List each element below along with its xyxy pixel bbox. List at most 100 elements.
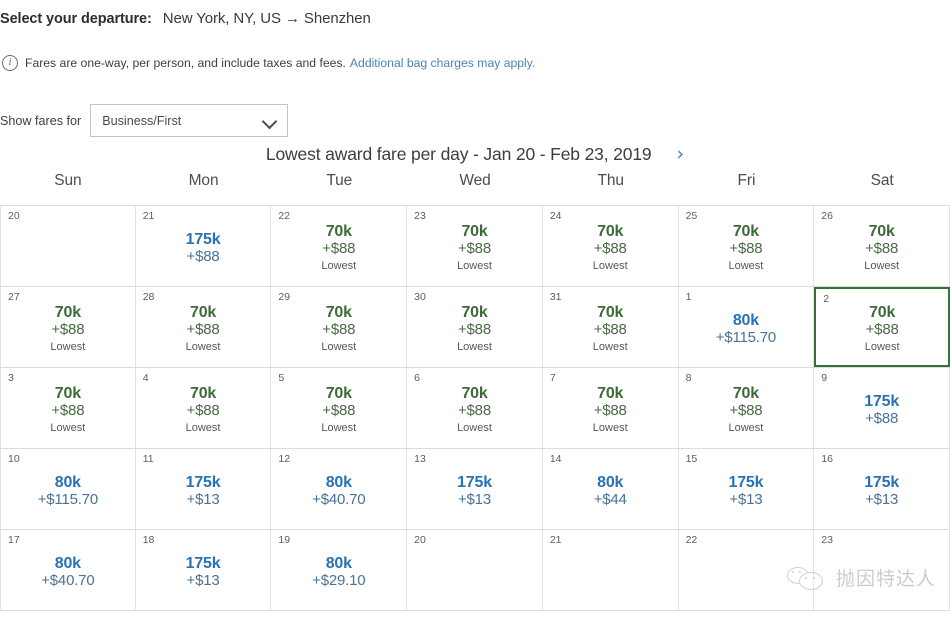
lowest-fare-badge: Lowest bbox=[592, 422, 628, 435]
calendar-week-row: 10 80k +$115.70 11 175k +$13 12 80k +$40.70 13 175… bbox=[0, 449, 950, 530]
fare-tax: +$88 bbox=[322, 240, 356, 258]
calendar-day-cell[interactable]: 8 70k +$88 Lowest bbox=[678, 368, 815, 448]
calendar-day-cell[interactable]: 6 70k +$88 Lowest bbox=[407, 368, 543, 448]
fare-note-text: Fares are one-way, per person, and inclu… bbox=[25, 56, 346, 70]
fare-tax: +$29.10 bbox=[312, 571, 366, 589]
calendar-day-cell[interactable]: 15 175k +$13 bbox=[678, 449, 815, 529]
fare-miles: 70k bbox=[597, 304, 624, 322]
lowest-fare-badge: Lowest bbox=[185, 341, 221, 354]
calendar-day-cell[interactable]: 26 70k +$88 Lowest bbox=[814, 206, 950, 286]
calendar-day-cell[interactable]: 2 70k +$88 Lowest bbox=[814, 287, 950, 367]
fare-miles: 70k bbox=[597, 385, 624, 403]
weekday-fri: Fri bbox=[737, 172, 756, 189]
day-number: 14 bbox=[549, 453, 562, 465]
show-fares-for-filter: Show fares for Business/First bbox=[0, 104, 289, 137]
fare-tax: +$88 bbox=[593, 240, 627, 258]
day-number: 11 bbox=[142, 453, 154, 465]
fare-tax: +$115.70 bbox=[715, 328, 777, 346]
day-number: 27 bbox=[8, 291, 20, 303]
departure-label: Select your departure: bbox=[0, 11, 152, 27]
weekday-thu: Thu bbox=[597, 172, 624, 189]
fare-class-select[interactable]: Business/First bbox=[90, 104, 289, 137]
calendar-day-cell[interactable]: 30 70k +$88 Lowest bbox=[407, 287, 543, 367]
calendar-day-cell[interactable]: 28 70k +$88 Lowest bbox=[135, 287, 272, 367]
chevron-down-icon bbox=[262, 116, 278, 126]
calendar-day-cell[interactable]: 3 70k +$88 Lowest bbox=[0, 368, 136, 448]
lowest-fare-badge: Lowest bbox=[592, 341, 628, 354]
day-number: 13 bbox=[414, 453, 426, 465]
day-number: 16 bbox=[821, 453, 833, 465]
fare-info: 175k +$13 bbox=[186, 474, 221, 509]
calendar-day-cell[interactable]: 11 175k +$13 bbox=[135, 449, 272, 529]
fare-miles: 80k bbox=[732, 311, 759, 329]
calendar-day-cell[interactable]: 23 70k +$88 Lowest bbox=[407, 206, 543, 286]
calendar-day-cell[interactable]: 25 70k +$88 Lowest bbox=[678, 206, 815, 286]
fare-info: 80k +$44 bbox=[594, 474, 627, 509]
fare-info: 70k +$88 Lowest bbox=[728, 385, 763, 434]
fare-class-selected-value: Business/First bbox=[102, 113, 182, 128]
fare-miles: 175k bbox=[185, 230, 221, 248]
calendar-day-cell[interactable]: 7 70k +$88 Lowest bbox=[542, 368, 679, 448]
additional-bag-charges-link[interactable]: Additional bag charges may apply. bbox=[350, 56, 535, 70]
weekday-wed: Wed bbox=[459, 172, 491, 189]
calendar-day-cell[interactable]: 21 175k +$88 bbox=[135, 206, 272, 286]
fare-info: 70k +$88 Lowest bbox=[50, 304, 85, 353]
fare-info: 80k +$115.70 bbox=[38, 474, 98, 509]
lowest-fare-badge: Lowest bbox=[321, 422, 357, 435]
fare-tax: +$40.70 bbox=[41, 571, 95, 589]
fare-info: 80k +$115.70 bbox=[716, 312, 776, 347]
lowest-fare-badge: Lowest bbox=[321, 341, 357, 354]
day-number: 26 bbox=[821, 210, 833, 222]
fare-info: 70k +$88 Lowest bbox=[865, 304, 900, 353]
calendar-day-cell[interactable]: 27 70k +$88 Lowest bbox=[0, 287, 136, 367]
fare-miles: 70k bbox=[54, 385, 81, 403]
calendar-day-cell[interactable]: 12 80k +$40.70 bbox=[271, 449, 408, 529]
day-number: 7 bbox=[549, 372, 556, 384]
calendar-day-cell-empty: 20 bbox=[407, 530, 543, 610]
fare-miles: 175k bbox=[728, 473, 764, 491]
calendar-day-cell[interactable]: 5 70k +$88 Lowest bbox=[271, 368, 408, 448]
calendar-day-cell[interactable]: 19 80k +$29.10 bbox=[271, 530, 408, 610]
weekday-tue: Tue bbox=[326, 172, 353, 189]
calendar-day-cell[interactable]: 10 80k +$115.70 bbox=[0, 449, 136, 529]
calendar-day-cell[interactable]: 18 175k +$13 bbox=[135, 530, 272, 610]
fare-miles: 175k bbox=[185, 554, 221, 572]
fare-tax: +$44 bbox=[593, 490, 627, 508]
fare-info: 70k +$88 Lowest bbox=[728, 223, 763, 272]
calendar-day-cell[interactable]: 16 175k +$13 bbox=[814, 449, 950, 529]
calendar-day-cell[interactable]: 29 70k +$88 Lowest bbox=[271, 287, 408, 367]
calendar-day-cell[interactable]: 22 70k +$88 Lowest bbox=[271, 206, 408, 286]
fare-tax: +$40.70 bbox=[312, 490, 366, 508]
calendar-day-cell-empty: 22 bbox=[678, 530, 815, 610]
fare-miles: 175k bbox=[864, 473, 900, 491]
calendar-day-cell[interactable]: 1 80k +$115.70 bbox=[678, 287, 815, 367]
calendar-day-cell[interactable]: 4 70k +$88 Lowest bbox=[135, 368, 272, 448]
calendar-day-cell[interactable]: 17 80k +$40.70 bbox=[0, 530, 136, 610]
fare-info: 80k +$40.70 bbox=[41, 555, 94, 590]
fare-miles: 70k bbox=[461, 304, 488, 322]
day-number: 2 bbox=[823, 293, 830, 305]
fare-tax: +$88 bbox=[865, 409, 899, 427]
fare-info: 70k +$88 Lowest bbox=[321, 304, 356, 353]
fare-calendar-grid: 20 21 175k +$88 22 70k +$88 Lowest 23 70k +$88 Lowe… bbox=[0, 205, 950, 611]
lowest-fare-badge: Lowest bbox=[457, 260, 492, 273]
fare-miles: 70k bbox=[325, 385, 352, 403]
fare-miles: 70k bbox=[190, 385, 217, 403]
weekday-sun: Sun bbox=[54, 172, 82, 189]
calendar-day-cell[interactable]: 24 70k +$88 Lowest bbox=[542, 206, 679, 286]
fare-tax: +$88 bbox=[186, 321, 220, 339]
fare-info: 70k +$88 Lowest bbox=[457, 223, 492, 272]
lowest-fare-badge: Lowest bbox=[185, 422, 221, 435]
fare-info: 175k +$13 bbox=[729, 474, 764, 509]
fare-tax: +$88 bbox=[457, 321, 491, 339]
lowest-fare-badge: Lowest bbox=[321, 260, 357, 273]
weekday-header: Sun Mon Tue Wed Thu Fri Sat bbox=[0, 172, 950, 197]
calendar-week-row: 3 70k +$88 Lowest 4 70k +$88 Lowest 5 70k +$88 Lowe… bbox=[0, 368, 950, 449]
calendar-day-cell[interactable]: 31 70k +$88 Lowest bbox=[542, 287, 679, 367]
calendar-day-cell[interactable]: 9 175k +$88 bbox=[814, 368, 950, 448]
calendar-day-cell[interactable]: 13 175k +$13 bbox=[407, 449, 543, 529]
calendar-day-cell[interactable]: 14 80k +$44 bbox=[542, 449, 679, 529]
fare-info: 70k +$88 Lowest bbox=[457, 304, 492, 353]
next-period-button[interactable]: › bbox=[677, 145, 685, 164]
fare-tax: +$88 bbox=[51, 321, 85, 339]
